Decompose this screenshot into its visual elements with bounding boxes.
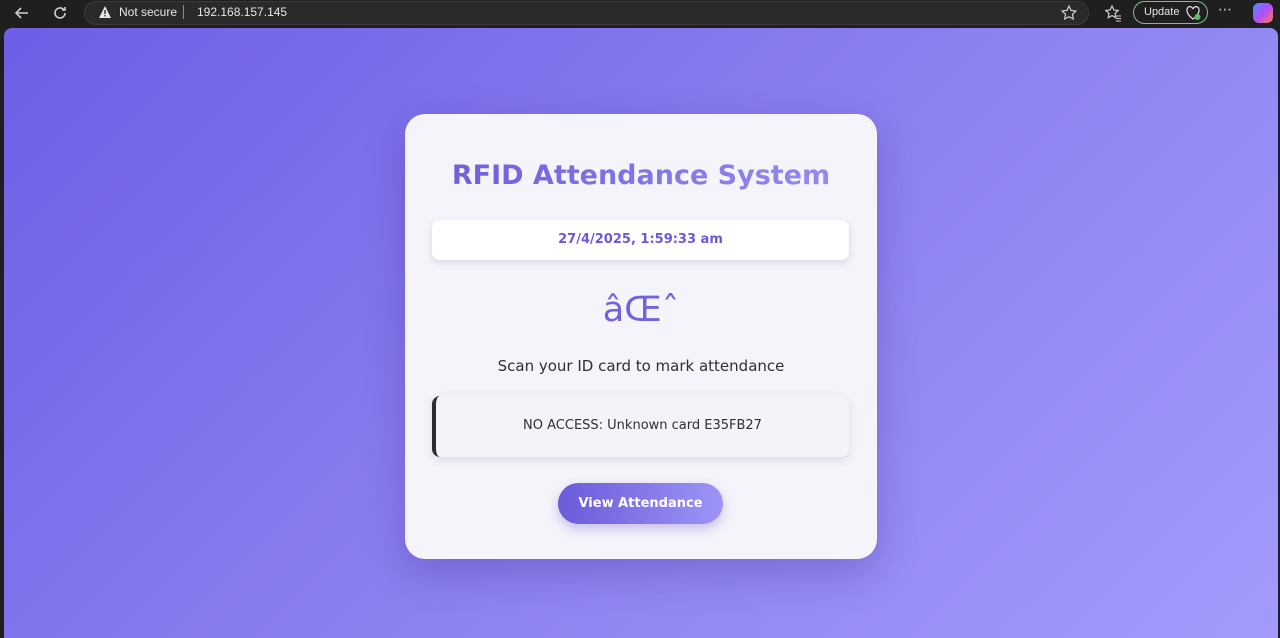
divider [183, 5, 184, 19]
security-status[interactable]: Not secure [119, 5, 177, 19]
heart-pulse-icon [1186, 6, 1201, 20]
attendance-card: RFID Attendance System 27/4/2025, 1:59:3… [405, 114, 877, 559]
reload-icon[interactable] [50, 3, 70, 23]
copilot-icon[interactable] [1253, 3, 1273, 23]
star-icon[interactable] [1060, 4, 1078, 22]
scan-prompt: Scan your ID card to mark attendance [497, 357, 785, 375]
card-scan-icon: âŒˆ [602, 290, 680, 330]
favorites-icon[interactable] [1104, 4, 1122, 22]
more-menu-icon[interactable]: ⋯ [1218, 2, 1233, 18]
update-label: Update [1144, 6, 1180, 18]
status-panel: NO ACCESS: Unknown card E35FB27 [432, 396, 849, 457]
datetime-panel: 27/4/2025, 1:59:33 am [432, 220, 849, 260]
back-icon[interactable] [12, 3, 32, 23]
page-title: RFID Attendance System [405, 160, 877, 191]
view-attendance-button[interactable]: View Attendance [558, 483, 723, 524]
update-button[interactable]: Update [1133, 1, 1208, 24]
page-viewport: RFID Attendance System 27/4/2025, 1:59:3… [4, 28, 1278, 638]
url-text[interactable]: 192.168.157.145 [197, 5, 287, 19]
status-message: NO ACCESS: Unknown card E35FB27 [523, 418, 762, 433]
browser-toolbar: Not secure 192.168.157.145 Update ⋯ [0, 0, 1280, 26]
datetime-text: 27/4/2025, 1:59:33 am [558, 232, 723, 247]
warning-icon [99, 6, 111, 18]
